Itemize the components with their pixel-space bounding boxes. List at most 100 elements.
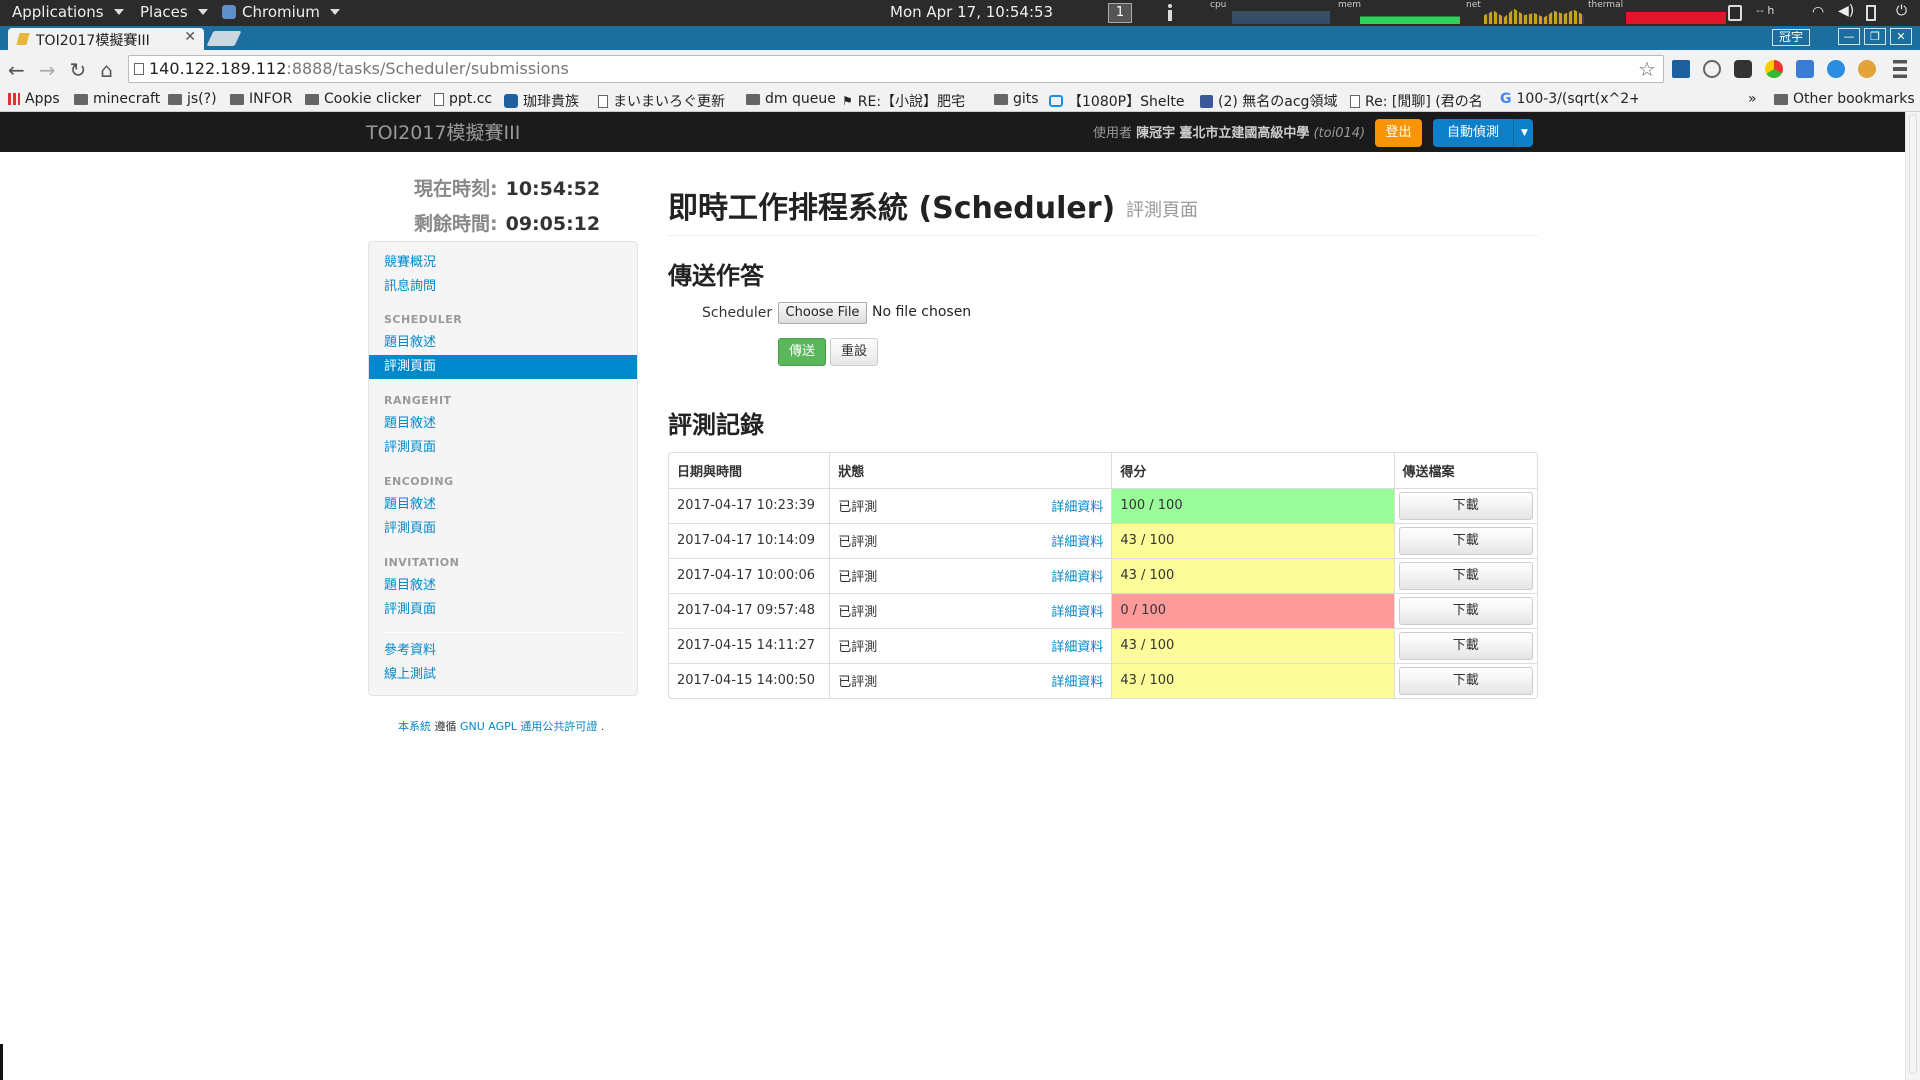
download-cell: 下載 xyxy=(1393,662,1537,698)
sidebar-item-scheduler-submissions[interactable]: 評測頁面 xyxy=(369,355,637,379)
close-tab-icon[interactable]: ✕ xyxy=(184,29,196,45)
other-bookmarks[interactable]: Other bookmarks xyxy=(1774,91,1915,107)
extension-v-icon[interactable] xyxy=(1672,60,1690,78)
sidebar-item-rangehit-statement[interactable]: 題目敘述 xyxy=(369,412,637,436)
download-button[interactable]: 下載 xyxy=(1398,596,1533,625)
bookmark-bilibili[interactable]: 【1080P】Shelte xyxy=(1049,91,1185,111)
back-icon[interactable]: ← xyxy=(8,58,25,82)
details-link[interactable]: 詳細資料 xyxy=(1051,636,1103,655)
license-link[interactable]: GNU AGPL 通用公共許可證 xyxy=(460,720,597,733)
bookmark-facebook[interactable]: (2) 無名のacg領域 xyxy=(1200,91,1338,111)
extension-badge-icon[interactable] xyxy=(1796,60,1814,78)
sidebar-item-online-test[interactable]: 線上測試 xyxy=(369,663,637,687)
download-button[interactable]: 下載 xyxy=(1398,561,1533,590)
details-link[interactable]: 詳細資料 xyxy=(1051,601,1103,620)
extension-chrome-icon[interactable] xyxy=(1765,60,1783,78)
volume-icon[interactable]: ◀) xyxy=(1838,3,1854,19)
minimize-icon[interactable]: — xyxy=(1838,28,1860,45)
close-window-icon[interactable]: ✕ xyxy=(1890,28,1912,45)
mem-label: mem xyxy=(1338,0,1362,10)
extension-shield-icon[interactable] xyxy=(1827,60,1845,78)
sidebar-item-messages[interactable]: 訊息詢問 xyxy=(369,275,637,299)
profile-button[interactable]: 冠宇 xyxy=(1771,29,1810,46)
bookmark-infor[interactable]: INFOR xyxy=(230,91,292,107)
download-button[interactable]: 下載 xyxy=(1398,526,1533,555)
choose-file-button[interactable]: Choose File xyxy=(778,302,867,324)
scrollbar-thumb[interactable] xyxy=(1909,114,1917,1074)
bookmark-gits[interactable]: gits xyxy=(994,91,1039,107)
extension-cookie-icon[interactable] xyxy=(1858,60,1876,78)
chromium-label: Chromium xyxy=(242,3,320,21)
places-menu[interactable]: Places xyxy=(140,3,208,21)
workspace-indicator[interactable]: 1 xyxy=(1108,3,1132,23)
bookmark-coffee[interactable]: 珈琲貴族 xyxy=(504,91,579,111)
details-link[interactable]: 詳細資料 xyxy=(1051,671,1103,690)
current-time-label: 現在時刻: xyxy=(414,178,498,200)
bookmark-js[interactable]: js(?) xyxy=(168,91,217,107)
download-button[interactable]: 下載 xyxy=(1398,666,1533,695)
auto-test-dropdown[interactable]: 自動偵測 ▼ xyxy=(1433,119,1533,147)
applications-menu[interactable]: Applications xyxy=(12,3,124,21)
battery-status-icon[interactable] xyxy=(1728,5,1742,21)
nav-buttons: ← → ↻ ⌂ xyxy=(8,58,113,82)
details-link[interactable]: 詳細資料 xyxy=(1051,531,1103,550)
bookmark-maimai[interactable]: まいまいろぐ更新 xyxy=(598,91,728,111)
bookmark-star-icon[interactable]: ☆ xyxy=(1638,57,1656,81)
home-icon[interactable]: ⌂ xyxy=(100,58,113,82)
wifi-icon[interactable]: ◠ xyxy=(1812,4,1824,20)
logout-button[interactable]: 登出 xyxy=(1375,119,1422,147)
sidebar-item-encoding-statement[interactable]: 題目敘述 xyxy=(369,493,637,517)
caret-down-icon[interactable]: ▼ xyxy=(1521,119,1528,147)
sidebar-item-encoding-submissions[interactable]: 評測頁面 xyxy=(369,517,637,541)
reset-button[interactable]: 重設 xyxy=(830,338,878,366)
submission-time: 2017-04-17 10:14:09 xyxy=(669,522,830,558)
extension-glasses-icon[interactable] xyxy=(1734,60,1752,78)
sidebar-item-references[interactable]: 參考資料 xyxy=(369,639,637,663)
send-button[interactable]: 傳送 xyxy=(778,338,826,366)
bilibili-icon xyxy=(1049,95,1063,107)
details-link[interactable]: 詳細資料 xyxy=(1051,496,1103,515)
bookmark-novel[interactable]: ⚑ RE:【小說】肥宅 xyxy=(842,91,980,111)
forward-icon[interactable]: → xyxy=(39,58,56,82)
bookmark-pptcc[interactable]: ppt.cc xyxy=(434,91,492,107)
sidebar-item-rangehit-submissions[interactable]: 評測頁面 xyxy=(369,436,637,460)
url-host: 140.122.189.112 xyxy=(149,59,287,78)
more-bookmarks-button[interactable]: » xyxy=(1748,91,1757,107)
sidebar-item-overview[interactable]: 競賽概況 xyxy=(369,251,637,275)
browser-tab[interactable]: TOI2017模擬賽III ✕ xyxy=(8,28,204,50)
bookmark-google[interactable]: G 100-3/(sqrt(x^2+ xyxy=(1500,91,1638,107)
menu-icon[interactable] xyxy=(1893,60,1907,78)
chromium-menu[interactable]: Chromium xyxy=(222,3,340,21)
os-clock[interactable]: Mon Apr 17, 10:54:53 xyxy=(890,3,1053,21)
bookmark-apps[interactable]: Apps xyxy=(8,91,60,107)
file-label: Scheduler xyxy=(702,305,773,321)
bookmark-cookie-clicker[interactable]: Cookie clicker xyxy=(305,91,421,107)
net-label: net xyxy=(1466,0,1481,10)
info-icon xyxy=(1168,4,1172,22)
sidebar-item-scheduler-statement[interactable]: 題目敘述 xyxy=(369,331,637,355)
sidebar-item-invitation-statement[interactable]: 題目敘述 xyxy=(369,574,637,598)
site-brand[interactable]: TOI2017模擬賽III xyxy=(366,118,520,145)
page-info-icon[interactable] xyxy=(134,63,144,75)
sidebar: 競賽概況 訊息詢問 SCHEDULER 題目敘述 評測頁面 RANGEHIT 題… xyxy=(368,241,638,696)
section-header-invitation: INVITATION xyxy=(384,556,460,569)
reload-icon[interactable]: ↻ xyxy=(70,58,87,82)
download-button[interactable]: 下載 xyxy=(1398,491,1533,520)
page-scrollbar[interactable] xyxy=(1905,112,1920,1080)
power-icon[interactable]: ⏻ xyxy=(1896,3,1907,19)
download-button[interactable]: 下載 xyxy=(1398,631,1533,660)
bookmark-minecraft[interactable]: minecraft xyxy=(74,91,160,107)
bookmark-dm-queue[interactable]: dm queue xyxy=(746,91,836,107)
bookmark-label: (2) 無名のacg領域 xyxy=(1218,94,1338,110)
extension-timer-icon[interactable] xyxy=(1703,60,1721,78)
sidebar-item-invitation-submissions[interactable]: 評測頁面 xyxy=(369,598,637,622)
cpu-label: cpu xyxy=(1210,0,1227,10)
battery-icon[interactable] xyxy=(1866,5,1876,21)
address-bar[interactable]: 140.122.189.112:8888/tasks/Scheduler/sub… xyxy=(128,55,1664,83)
table-row: 2017-04-17 09:57:48 已評測 詳細資料 0 / 100 下載 xyxy=(669,592,1537,628)
bookmark-label: gits xyxy=(1013,91,1039,107)
restore-icon[interactable]: ❐ xyxy=(1864,28,1886,45)
details-link[interactable]: 詳細資料 xyxy=(1051,566,1103,585)
system-link[interactable]: 本系統 xyxy=(398,720,431,733)
bookmark-ptt[interactable]: Re: [閒聊] (君の名 xyxy=(1350,91,1490,111)
